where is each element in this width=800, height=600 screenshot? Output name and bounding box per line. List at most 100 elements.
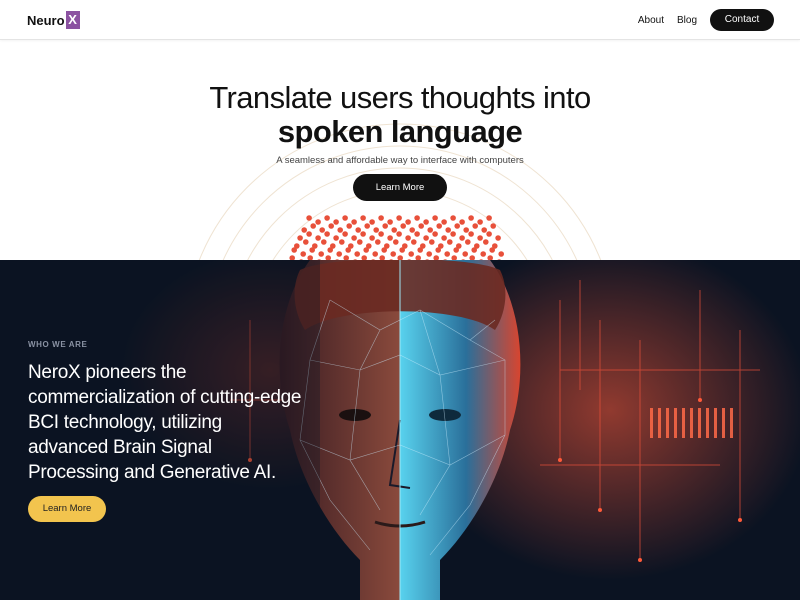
dome-dot [354, 251, 361, 257]
dome-dot [444, 251, 451, 257]
dome-dot [387, 235, 393, 241]
dome-dot [369, 219, 375, 225]
dome-dot [432, 231, 438, 237]
dome-dot [471, 247, 478, 253]
dome-dot [459, 219, 465, 225]
dome-dot [417, 247, 424, 253]
dome-dot [342, 215, 348, 221]
dome-dot [342, 231, 348, 237]
about-copy: NeroX pioneers the commercialization of … [28, 362, 302, 483]
dome-dot [324, 215, 330, 221]
logo-mark: X [65, 11, 80, 29]
dome-dot [297, 235, 303, 241]
dome-dot [408, 251, 415, 257]
dome-dot [490, 223, 497, 229]
dome-dot [393, 239, 399, 245]
dome-dot [409, 227, 416, 233]
dome-dot [447, 239, 453, 245]
dome-dot [400, 223, 407, 229]
hero-title-line1: Translate users thoughts into [209, 80, 591, 115]
dome-dot [309, 247, 316, 253]
dome-dot [414, 215, 420, 221]
dome-dot [436, 223, 443, 229]
dome-dot [481, 227, 488, 233]
dome-dot [450, 231, 456, 237]
dome-dot [387, 219, 393, 225]
dome-dot [315, 219, 321, 225]
contact-button[interactable]: Contact [710, 9, 774, 31]
dome-dot [333, 235, 339, 241]
dome-dot [363, 247, 370, 253]
dome-dot [396, 215, 402, 221]
dome-dot [381, 247, 388, 253]
dome-dot [463, 227, 470, 233]
dome-dot [405, 235, 411, 241]
dome-dot [432, 215, 438, 221]
dome-dot [477, 235, 483, 241]
main-nav: About Blog Contact [638, 9, 774, 31]
dome-dot [336, 251, 343, 257]
dome-dot [486, 215, 492, 221]
nav-about-link[interactable]: About [638, 15, 664, 26]
logo[interactable]: Neuro X [27, 11, 80, 29]
logo-text: Neuro [27, 12, 65, 28]
dome-dot [468, 231, 474, 237]
dome-dot [337, 227, 344, 233]
about-learn-more-button[interactable]: Learn More [28, 496, 106, 522]
dome-dot [396, 231, 402, 237]
dome-dot [390, 251, 397, 257]
dome-dot [346, 223, 353, 229]
dome-dot [405, 219, 411, 225]
dome-dot [391, 227, 398, 233]
dome-dot [483, 239, 489, 245]
hero-section: Translate users thoughts into spoken lan… [0, 40, 800, 260]
dome-dot [351, 235, 357, 241]
dome-dot [450, 215, 456, 221]
about-section: WHO WE ARE NeroX pioneers the commercial… [0, 260, 800, 600]
dome-dot [328, 223, 335, 229]
dome-dot [465, 239, 471, 245]
dome-dot [373, 227, 380, 233]
dome-dot [303, 239, 309, 245]
hero-subtitle: A seamless and affordable way to interfa… [276, 155, 524, 166]
dome-dot [375, 239, 381, 245]
dome-dot [357, 239, 363, 245]
dome-dot [429, 239, 435, 245]
dome-dot [333, 219, 339, 225]
dome-dot [378, 231, 384, 237]
dome-dot [462, 251, 469, 257]
dome-dot [468, 215, 474, 221]
dome-dot [306, 215, 312, 221]
dome-dot [382, 223, 389, 229]
brain-dot-dome [289, 215, 505, 260]
hero-learn-more-button[interactable]: Learn More [353, 174, 447, 201]
dome-dot [453, 247, 460, 253]
dome-dot [319, 227, 326, 233]
dome-dot [372, 251, 379, 257]
dome-dot [360, 231, 366, 237]
dome-dot [345, 247, 352, 253]
dome-dot [423, 235, 429, 241]
dome-dot [360, 215, 366, 221]
dome-dot [399, 247, 406, 253]
nav-blog-link[interactable]: Blog [677, 15, 697, 26]
dome-dot [486, 231, 492, 237]
dome-dot [489, 247, 496, 253]
dome-dot [369, 235, 375, 241]
dome-dot [300, 251, 307, 257]
dome-dot [351, 219, 357, 225]
dome-dot [495, 235, 501, 241]
dome-dot [315, 235, 321, 241]
dome-dot [378, 215, 384, 221]
site-header: Neuro X About Blog Contact [0, 0, 800, 40]
dome-dot [441, 235, 447, 241]
hero-rings-decoration [198, 123, 602, 260]
dome-dot [364, 223, 371, 229]
dome-dot [498, 251, 505, 257]
section-eyebrow: WHO WE ARE [28, 340, 88, 349]
dome-dot [355, 227, 362, 233]
dome-dot [445, 227, 452, 233]
dome-dot [427, 227, 434, 233]
dome-dot [454, 223, 461, 229]
dome-dot [459, 235, 465, 241]
